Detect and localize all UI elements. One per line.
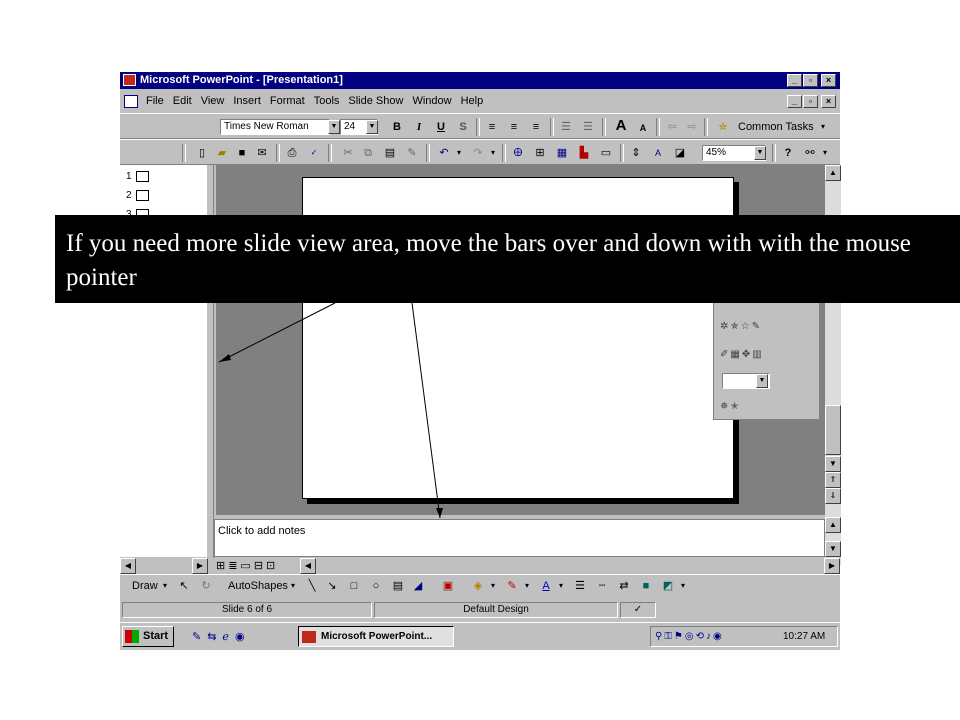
arrowhead-down-icon [436,508,443,518]
arrow-to-notes-bar [411,302,441,519]
pointer-arrows [218,302,443,519]
arrowhead-left-icon [219,354,231,362]
arrow-to-split-bar [218,302,336,363]
